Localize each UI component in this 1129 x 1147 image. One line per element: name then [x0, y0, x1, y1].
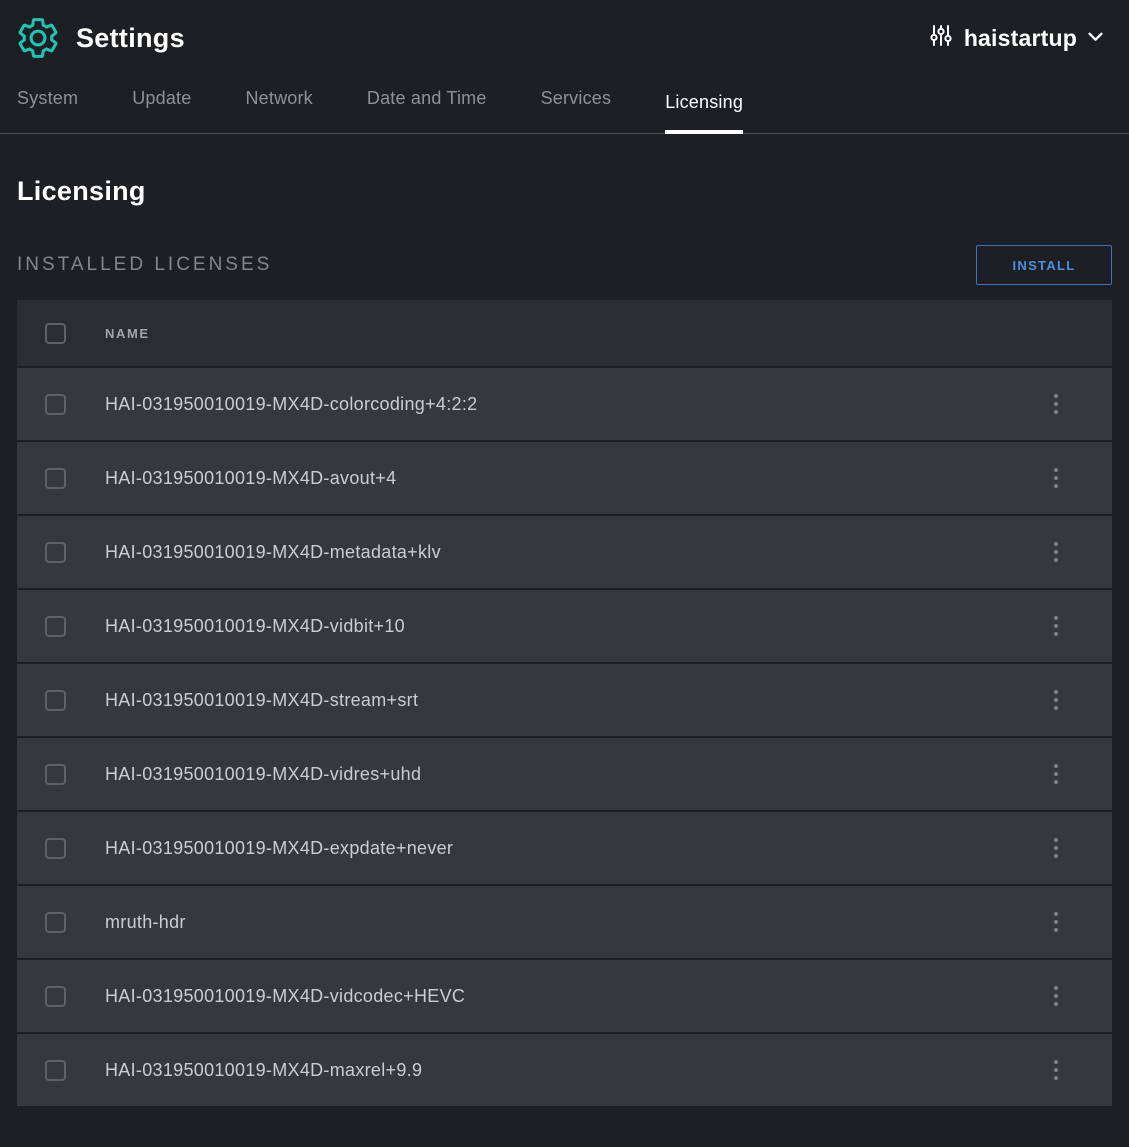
kebab-dot: [1054, 706, 1058, 710]
gear-icon: [14, 14, 62, 62]
license-name: HAI-031950010019-MX4D-metadata+klv: [105, 542, 1050, 563]
kebab-dot: [1054, 690, 1058, 694]
table-row: HAI-031950010019-MX4D-vidbit+10: [17, 590, 1112, 662]
row-checkbox[interactable]: [45, 912, 66, 933]
kebab-menu-icon[interactable]: [1050, 908, 1062, 936]
table-body: HAI-031950010019-MX4D-colorcoding+4:2:2 …: [17, 368, 1112, 1106]
kebab-dot: [1054, 558, 1058, 562]
license-name: HAI-031950010019-MX4D-vidres+uhd: [105, 764, 1050, 785]
licensing-page: Licensing INSTALLED LICENSES INSTALL NAM…: [0, 176, 1129, 1106]
kebab-menu-icon[interactable]: [1050, 390, 1062, 418]
kebab-dot: [1054, 698, 1058, 702]
kebab-dot: [1054, 484, 1058, 488]
license-name: HAI-031950010019-MX4D-stream+srt: [105, 690, 1050, 711]
tab-network[interactable]: Network: [245, 88, 312, 134]
license-name: HAI-031950010019-MX4D-colorcoding+4:2:2: [105, 394, 1050, 415]
kebab-dot: [1054, 550, 1058, 554]
kebab-menu-icon[interactable]: [1050, 760, 1062, 788]
kebab-dot: [1054, 1060, 1058, 1064]
kebab-menu-icon[interactable]: [1050, 834, 1062, 862]
kebab-dot: [1054, 920, 1058, 924]
user-name: haistartup: [964, 25, 1077, 52]
row-checkbox[interactable]: [45, 542, 66, 563]
license-name: HAI-031950010019-MX4D-avout+4: [105, 468, 1050, 489]
page-title: Licensing: [17, 176, 1112, 207]
table-row: HAI-031950010019-MX4D-maxrel+9.9: [17, 1034, 1112, 1106]
app-title: Settings: [76, 23, 185, 54]
kebab-dot: [1054, 410, 1058, 414]
table-row: HAI-031950010019-MX4D-vidcodec+HEVC: [17, 960, 1112, 1032]
chevron-down-icon: [1088, 29, 1103, 47]
row-checkbox[interactable]: [45, 690, 66, 711]
kebab-dot: [1054, 912, 1058, 916]
kebab-dot: [1054, 468, 1058, 472]
section-header: INSTALLED LICENSES INSTALL: [17, 245, 1112, 285]
kebab-dot: [1054, 986, 1058, 990]
kebab-dot: [1054, 476, 1058, 480]
kebab-menu-icon[interactable]: [1050, 464, 1062, 492]
tab-date-and-time[interactable]: Date and Time: [367, 88, 487, 134]
table-row: HAI-031950010019-MX4D-expdate+never: [17, 812, 1112, 884]
kebab-dot: [1054, 772, 1058, 776]
kebab-menu-icon[interactable]: [1050, 1056, 1062, 1084]
kebab-menu-icon[interactable]: [1050, 686, 1062, 714]
tab-update[interactable]: Update: [132, 88, 191, 134]
kebab-dot: [1054, 542, 1058, 546]
table-row: HAI-031950010019-MX4D-stream+srt: [17, 664, 1112, 736]
kebab-menu-icon[interactable]: [1050, 612, 1062, 640]
license-name: mruth-hdr: [105, 912, 1050, 933]
tab-bar: System Update Network Date and Time Services…: [0, 70, 1129, 134]
tab-services[interactable]: Services: [541, 88, 612, 134]
row-checkbox[interactable]: [45, 986, 66, 1007]
kebab-dot: [1054, 994, 1058, 998]
row-checkbox[interactable]: [45, 764, 66, 785]
select-all-checkbox[interactable]: [45, 323, 66, 344]
kebab-dot: [1054, 928, 1058, 932]
kebab-dot: [1054, 764, 1058, 768]
kebab-dot: [1054, 624, 1058, 628]
kebab-menu-icon[interactable]: [1050, 982, 1062, 1010]
tab-licensing[interactable]: Licensing: [665, 92, 743, 134]
kebab-dot: [1054, 838, 1058, 842]
table-row: mruth-hdr: [17, 886, 1112, 958]
license-name: HAI-031950010019-MX4D-maxrel+9.9: [105, 1060, 1050, 1081]
app-header: Settings haistartup: [0, 0, 1129, 70]
table-row: HAI-031950010019-MX4D-vidres+uhd: [17, 738, 1112, 810]
user-menu[interactable]: haistartup: [923, 21, 1109, 55]
row-checkbox[interactable]: [45, 1060, 66, 1081]
table-header-row: NAME: [17, 300, 1112, 366]
kebab-dot: [1054, 402, 1058, 406]
install-button[interactable]: INSTALL: [976, 245, 1112, 285]
kebab-dot: [1054, 616, 1058, 620]
kebab-dot: [1054, 632, 1058, 636]
kebab-dot: [1054, 1002, 1058, 1006]
license-name: HAI-031950010019-MX4D-vidbit+10: [105, 616, 1050, 637]
sliders-icon: [929, 22, 953, 54]
kebab-dot: [1054, 780, 1058, 784]
kebab-dot: [1054, 394, 1058, 398]
licenses-table: NAME HAI-031950010019-MX4D-colorcoding+4…: [17, 300, 1112, 1106]
kebab-dot: [1054, 854, 1058, 858]
row-checkbox[interactable]: [45, 838, 66, 859]
column-header-name: NAME: [105, 326, 150, 341]
row-checkbox[interactable]: [45, 468, 66, 489]
table-row: HAI-031950010019-MX4D-metadata+klv: [17, 516, 1112, 588]
kebab-dot: [1054, 1076, 1058, 1080]
license-name: HAI-031950010019-MX4D-expdate+never: [105, 838, 1050, 859]
kebab-dot: [1054, 1068, 1058, 1072]
table-row: HAI-031950010019-MX4D-avout+4: [17, 442, 1112, 514]
kebab-dot: [1054, 846, 1058, 850]
tab-system[interactable]: System: [17, 88, 78, 134]
kebab-menu-icon[interactable]: [1050, 538, 1062, 566]
row-checkbox[interactable]: [45, 616, 66, 637]
table-row: HAI-031950010019-MX4D-colorcoding+4:2:2: [17, 368, 1112, 440]
license-name: HAI-031950010019-MX4D-vidcodec+HEVC: [105, 986, 1050, 1007]
app-header-left: Settings: [14, 14, 185, 62]
section-title: INSTALLED LICENSES: [17, 254, 272, 276]
row-checkbox[interactable]: [45, 394, 66, 415]
